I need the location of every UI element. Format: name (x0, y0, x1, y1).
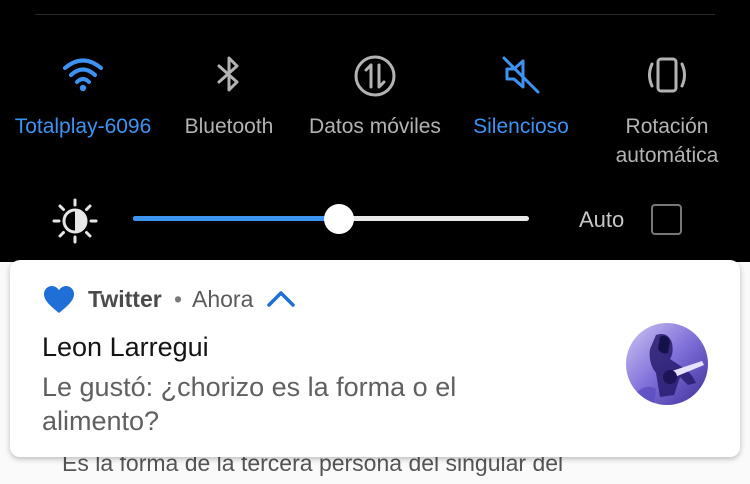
auto-brightness-checkbox[interactable] (651, 204, 682, 235)
avatar-image (626, 323, 708, 405)
mobile-data-icon (354, 55, 396, 97)
brightness-slider-handle[interactable] (324, 204, 354, 234)
tile-auto-rotate[interactable]: Rotación automática (592, 50, 742, 170)
brightness-slider-fill (133, 216, 339, 221)
heart-icon (44, 286, 74, 313)
tile-mobile-data[interactable]: Datos móviles (300, 50, 450, 141)
top-divider (35, 14, 715, 15)
notification-time: Ahora (192, 286, 254, 312)
auto-brightness-label: Auto (579, 207, 625, 232)
tile-label: Rotación automática (615, 115, 719, 167)
tile-label: Datos móviles (309, 115, 441, 138)
wifi-icon (63, 58, 103, 92)
notification-title: Leon Larregui (42, 332, 209, 362)
tile-bluetooth[interactable]: Bluetooth (154, 50, 304, 141)
notification-card[interactable]: Twitter • Ahora Leon Larregui Le gustó: … (10, 260, 740, 457)
silent-icon (502, 56, 540, 94)
brightness-row: Auto (0, 192, 750, 248)
bluetooth-icon (217, 56, 239, 92)
rotation-icon (648, 57, 686, 93)
notification-body: Le gustó: ¿chorizo es la forma o el alim… (42, 372, 457, 436)
quick-settings-panel: Totalplay-6096 Bluetooth Datos móviles S… (0, 50, 750, 190)
brightness-icon (52, 198, 98, 244)
tile-wifi[interactable]: Totalplay-6096 (8, 50, 158, 141)
tile-silent[interactable]: Silencioso (446, 50, 596, 141)
tile-label: Silencioso (473, 115, 569, 138)
chevron-up-icon[interactable] (266, 288, 296, 308)
tile-label: Bluetooth (184, 115, 274, 138)
notification-separator: • (174, 286, 183, 312)
tile-label: Totalplay-6096 (14, 115, 152, 138)
notification-app-name: Twitter (88, 286, 162, 312)
